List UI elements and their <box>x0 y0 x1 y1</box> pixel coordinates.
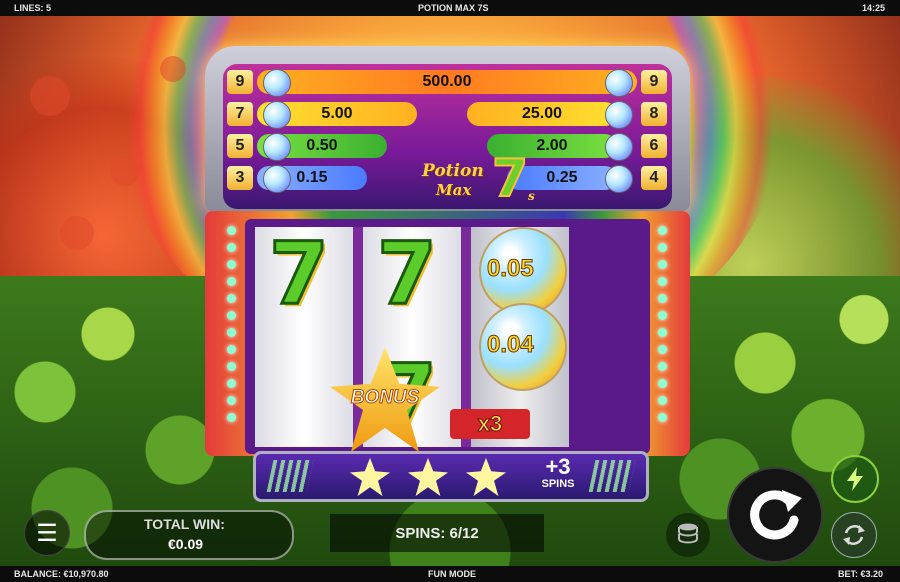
logo-suffix: s <box>528 189 535 203</box>
potion-bottle-icon <box>263 133 291 161</box>
seven-symbol: 7 <box>268 224 331 324</box>
collected-star-icon <box>350 458 390 496</box>
background-clover <box>60 216 94 250</box>
spin-arrow-icon <box>750 490 802 540</box>
cabinet-lights-left <box>227 226 237 441</box>
free-spins-tray: +3 SPINS <box>253 451 649 502</box>
game-logo: Potion Max 7 s <box>418 148 548 219</box>
total-win-display: TOTAL WIN: €0.09 <box>84 510 294 560</box>
paytable-value: 25.00 <box>467 102 617 126</box>
paytable-count: 9 <box>641 70 667 94</box>
potion-bottle-icon <box>263 101 291 129</box>
total-win-value: €0.09 <box>168 536 204 552</box>
potion-orb-value: 0.05 <box>487 255 535 283</box>
potion-bottle-icon <box>605 101 633 129</box>
collected-star-icon <box>408 458 448 496</box>
bonus-symbol: BONUS <box>330 347 440 452</box>
multiplier-badge: x3 <box>450 409 530 439</box>
lightning-icon <box>847 467 863 491</box>
potion-bottle-icon <box>605 133 633 161</box>
autoplay-button[interactable] <box>831 512 877 558</box>
background-clover <box>110 156 140 186</box>
extra-spins-indicator: +3 SPINS <box>528 454 588 491</box>
hamburger-menu-icon: ☰ <box>36 519 58 547</box>
paytable-count: 5 <box>227 134 253 158</box>
background-clover <box>30 76 70 116</box>
tray-vent-left <box>266 460 314 492</box>
collected-star-icon <box>466 458 506 496</box>
potion-orb-value: 0.04 <box>487 331 535 359</box>
paytable-inner: 9 500.00 9 7 5.00 25.00 8 5 0.50 2.00 6 <box>223 64 672 210</box>
paytable-value: 500.00 <box>257 70 637 94</box>
cabinet-lights-right <box>658 226 668 441</box>
extra-spins-count: +3 <box>545 454 571 479</box>
lines-label: LINES: 5 <box>14 3 52 13</box>
paytable-count: 7 <box>227 102 253 126</box>
paytable-count: 6 <box>641 134 667 158</box>
clock: 14:25 <box>862 3 886 13</box>
paytable-count: 4 <box>641 166 667 190</box>
reel-window: 7 7 7 0.05 0.04 BONUS x3 <box>245 219 650 454</box>
bonus-label: BONUS <box>350 387 420 409</box>
turbo-button[interactable] <box>831 455 879 503</box>
bottom-status-bar: BALANCE: €10,970.80 FUN MODE BET: €3.20 <box>0 566 900 582</box>
logo-seven: 7 <box>491 148 529 210</box>
mode-label: FUN MODE <box>428 569 476 579</box>
potion-bottle-icon <box>605 165 633 193</box>
logo-word-potion: Potion <box>422 161 484 181</box>
potion-bottle-icon <box>605 69 633 97</box>
spin-button[interactable] <box>727 467 823 563</box>
reel-cabinet: 7 7 7 0.05 0.04 BONUS x3 <box>205 211 690 456</box>
balance-label: BALANCE: €10,970.80 <box>14 569 109 579</box>
bet-label: BET: €3.20 <box>838 569 884 579</box>
autoplay-icon <box>843 525 865 545</box>
total-win-label: TOTAL WIN: <box>144 516 225 532</box>
potion-bottle-icon <box>263 69 291 97</box>
seven-symbol: 7 <box>376 224 439 324</box>
background-clover <box>160 56 186 82</box>
menu-button[interactable]: ☰ <box>24 510 70 556</box>
paytable-count: 3 <box>227 166 253 190</box>
tray-vent-right <box>588 460 636 492</box>
paytable-count: 9 <box>227 70 253 94</box>
game-scene: 9 500.00 9 7 5.00 25.00 8 5 0.50 2.00 6 <box>0 16 900 566</box>
extra-spins-label: SPINS <box>541 478 575 490</box>
game-title: POTION MAX 7S <box>418 3 489 13</box>
logo-word-max: Max <box>436 181 472 199</box>
potion-bottle-icon <box>263 165 291 193</box>
paytable-panel: 9 500.00 9 7 5.00 25.00 8 5 0.50 2.00 6 <box>205 46 690 211</box>
slot-machine: 9 500.00 9 7 5.00 25.00 8 5 0.50 2.00 6 <box>205 46 690 506</box>
bet-settings-button[interactable] <box>666 513 710 557</box>
coin-stack-icon <box>678 523 698 544</box>
free-spins-counter: SPINS: 6/12 <box>330 514 544 552</box>
paytable-count: 8 <box>641 102 667 126</box>
top-status-bar: LINES: 5 POTION MAX 7S 14:25 <box>0 0 900 16</box>
